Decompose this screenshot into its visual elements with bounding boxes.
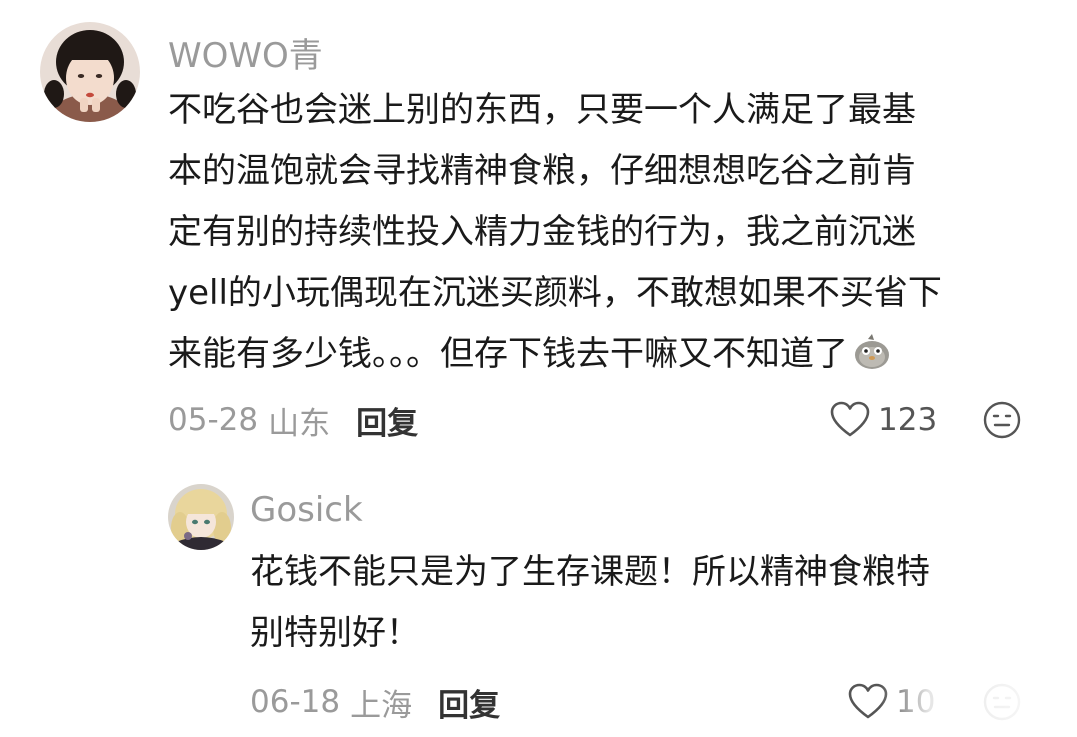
reply-line: 别特别好！ bbox=[250, 613, 420, 653]
heart-outline-icon bbox=[830, 401, 870, 437]
emoji-react-button-main[interactable] bbox=[982, 400, 1022, 440]
user-avatar-main[interactable] bbox=[40, 22, 140, 122]
comment-line: yell的小玩偶现在沉迷买颜料，不敢想如果不买省下 bbox=[168, 273, 942, 313]
comment-meta-reply: 06-18 上海 回复 bbox=[250, 680, 500, 725]
avatar-image-main bbox=[40, 22, 140, 122]
emoji-react-button-reply[interactable] bbox=[982, 682, 1022, 722]
reply-button[interactable]: 回复 bbox=[356, 398, 418, 443]
like-count-reply: 10 bbox=[896, 684, 936, 720]
comment-line-text: 来能有多少钱。。。但存下钱去干嘛又不知道了 bbox=[168, 334, 848, 374]
comment-line: 不吃谷也会迷上别的东西，只要一个人满足了最基 bbox=[168, 90, 916, 130]
reply-location: 上海 bbox=[350, 687, 413, 724]
like-count-main: 123 bbox=[878, 402, 938, 438]
comment-location: 山东 bbox=[268, 405, 331, 442]
reply-date: 06-18 bbox=[250, 684, 341, 720]
avatar-image-reply bbox=[168, 484, 234, 550]
comment-thread: WOWO青 不吃谷也会迷上别的东西，只要一个人满足了最基 本的温饱就会寻找精神食… bbox=[0, 0, 1077, 737]
emoji-face-icon bbox=[983, 401, 1021, 439]
reply-button-reply[interactable]: 回复 bbox=[438, 680, 500, 725]
username-main[interactable]: WOWO青 bbox=[168, 28, 323, 77]
comment-meta-main: 05-28 山东 回复 bbox=[168, 398, 418, 443]
comment-body-reply: 花钱不能只是为了生存课题！所以精神食粮特 别特别好！ bbox=[250, 542, 930, 664]
username-reply[interactable]: Gosick bbox=[250, 490, 363, 530]
comment-line-last: 来能有多少钱。。。但存下钱去干嘛又不知道了 bbox=[168, 324, 942, 385]
comment-line: 本的温饱就会寻找精神食粮，仔细想想吃谷之前肯 bbox=[168, 151, 916, 191]
emoji-face-icon bbox=[983, 683, 1021, 721]
reply-line: 花钱不能只是为了生存课题！所以精神食粮特 bbox=[250, 552, 930, 592]
heart-outline-icon bbox=[848, 683, 888, 719]
like-button-main[interactable]: 123 bbox=[830, 398, 937, 442]
comment-date: 05-28 bbox=[168, 402, 259, 438]
doge-bird-emoji-icon bbox=[855, 334, 889, 369]
user-avatar-reply[interactable] bbox=[168, 484, 234, 550]
comment-body-main: 不吃谷也会迷上别的东西，只要一个人满足了最基 本的温饱就会寻找精神食粮，仔细想想… bbox=[168, 80, 942, 385]
like-button-reply[interactable]: 10 bbox=[848, 680, 935, 724]
comment-line: 定有别的持续性投入精力金钱的行为，我之前沉迷 bbox=[168, 212, 916, 252]
